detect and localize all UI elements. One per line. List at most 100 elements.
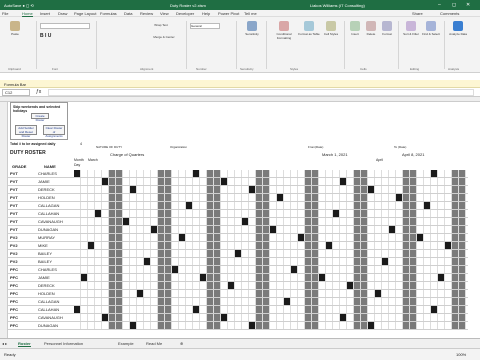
wrap-text-button[interactable]: Wrap Text bbox=[146, 23, 176, 27]
day-cell[interactable] bbox=[109, 266, 116, 273]
day-cell[interactable] bbox=[249, 242, 256, 249]
day-cell[interactable] bbox=[116, 314, 123, 321]
day-cell[interactable] bbox=[116, 258, 123, 265]
day-cell[interactable] bbox=[179, 266, 186, 273]
day-cell[interactable] bbox=[179, 242, 186, 249]
day-cell[interactable] bbox=[179, 194, 186, 201]
day-cell[interactable] bbox=[130, 274, 137, 281]
day-cell[interactable] bbox=[417, 170, 424, 177]
day-cell[interactable] bbox=[242, 274, 249, 281]
day-cell[interactable] bbox=[368, 282, 375, 289]
day-cell[interactable] bbox=[270, 298, 277, 305]
day-cell[interactable] bbox=[424, 186, 431, 193]
day-cell[interactable] bbox=[144, 170, 151, 177]
day-cell[interactable] bbox=[130, 242, 137, 249]
day-cell[interactable] bbox=[214, 258, 221, 265]
day-cell[interactable] bbox=[242, 298, 249, 305]
day-cell[interactable] bbox=[361, 226, 368, 233]
add-soldier-button[interactable]: Add Soldier and Reset Roster bbox=[15, 125, 37, 138]
day-cell[interactable] bbox=[263, 170, 270, 177]
day-cell[interactable] bbox=[298, 170, 305, 177]
day-cell[interactable] bbox=[116, 282, 123, 289]
zoom-level[interactable]: 100% bbox=[456, 352, 466, 357]
day-cell[interactable] bbox=[172, 306, 179, 313]
day-cell[interactable] bbox=[158, 274, 165, 281]
day-cell[interactable] bbox=[396, 218, 403, 225]
name-box[interactable]: C12 bbox=[2, 89, 30, 96]
day-cell[interactable] bbox=[340, 258, 347, 265]
day-cell[interactable] bbox=[396, 234, 403, 241]
day-cell[interactable] bbox=[333, 226, 340, 233]
day-cell[interactable] bbox=[74, 202, 81, 209]
day-cell[interactable] bbox=[88, 218, 95, 225]
day-cell[interactable] bbox=[326, 242, 333, 249]
day-cell[interactable] bbox=[410, 194, 417, 201]
day-cell[interactable] bbox=[137, 234, 144, 241]
day-cell[interactable] bbox=[277, 234, 284, 241]
day-cell[interactable] bbox=[368, 322, 375, 329]
day-cell[interactable] bbox=[144, 178, 151, 185]
day-cell[interactable] bbox=[228, 290, 235, 297]
day-cell[interactable] bbox=[144, 194, 151, 201]
day-cell[interactable] bbox=[249, 218, 256, 225]
day-cell[interactable] bbox=[417, 274, 424, 281]
day-cell[interactable] bbox=[438, 226, 445, 233]
sheet-tab-readme[interactable]: Read Me bbox=[146, 341, 162, 346]
day-cell[interactable] bbox=[235, 210, 242, 217]
day-cell[interactable] bbox=[284, 218, 291, 225]
day-cell[interactable] bbox=[375, 170, 382, 177]
day-cell[interactable] bbox=[221, 186, 228, 193]
day-cell[interactable] bbox=[158, 218, 165, 225]
day-cell[interactable] bbox=[123, 290, 130, 297]
day-cell[interactable] bbox=[277, 242, 284, 249]
merge-center-button[interactable]: Merge & Center bbox=[146, 35, 182, 39]
day-cell[interactable] bbox=[88, 282, 95, 289]
day-cell[interactable] bbox=[382, 250, 389, 257]
day-cell[interactable] bbox=[179, 290, 186, 297]
day-cell[interactable] bbox=[452, 242, 459, 249]
day-cell[interactable] bbox=[249, 178, 256, 185]
day-cell[interactable] bbox=[452, 306, 459, 313]
day-cell[interactable] bbox=[270, 194, 277, 201]
day-cell[interactable] bbox=[81, 202, 88, 209]
day-cell[interactable] bbox=[291, 210, 298, 217]
day-cell[interactable] bbox=[123, 298, 130, 305]
day-cell[interactable] bbox=[396, 170, 403, 177]
day-cell[interactable] bbox=[130, 202, 137, 209]
grade-cell[interactable]: PV2 bbox=[10, 243, 18, 248]
day-cell[interactable] bbox=[228, 226, 235, 233]
day-cell[interactable] bbox=[158, 290, 165, 297]
day-cell[interactable] bbox=[158, 298, 165, 305]
analyze-data-button[interactable]: Analyze Data bbox=[448, 21, 468, 36]
day-cell[interactable] bbox=[165, 314, 172, 321]
day-cell[interactable] bbox=[165, 218, 172, 225]
day-cell[interactable] bbox=[452, 194, 459, 201]
day-cell[interactable] bbox=[165, 194, 172, 201]
day-cell[interactable] bbox=[417, 258, 424, 265]
day-cell[interactable] bbox=[88, 290, 95, 297]
day-cell[interactable] bbox=[410, 306, 417, 313]
day-cell[interactable] bbox=[165, 210, 172, 217]
day-cell[interactable] bbox=[319, 186, 326, 193]
day-cell[interactable] bbox=[368, 306, 375, 313]
day-cell[interactable] bbox=[459, 202, 466, 209]
day-cell[interactable] bbox=[151, 234, 158, 241]
day-cell[interactable] bbox=[319, 282, 326, 289]
grade-cell[interactable]: PFC bbox=[10, 307, 18, 312]
day-cell[interactable] bbox=[172, 178, 179, 185]
day-cell[interactable] bbox=[214, 298, 221, 305]
day-cell[interactable] bbox=[291, 194, 298, 201]
day-cell[interactable] bbox=[249, 226, 256, 233]
day-cell[interactable] bbox=[361, 194, 368, 201]
nav-arrows-icon[interactable]: ◂ ▸ bbox=[2, 341, 7, 346]
day-cell[interactable] bbox=[179, 226, 186, 233]
day-cell[interactable] bbox=[347, 250, 354, 257]
day-cell[interactable] bbox=[200, 282, 207, 289]
day-cell[interactable] bbox=[151, 258, 158, 265]
day-cell[interactable] bbox=[214, 170, 221, 177]
day-cell[interactable] bbox=[396, 266, 403, 273]
day-cell[interactable] bbox=[221, 202, 228, 209]
name-cell[interactable]: HOLDEN bbox=[38, 195, 55, 200]
tab-view[interactable]: View bbox=[160, 11, 169, 16]
day-cell[interactable] bbox=[396, 314, 403, 321]
